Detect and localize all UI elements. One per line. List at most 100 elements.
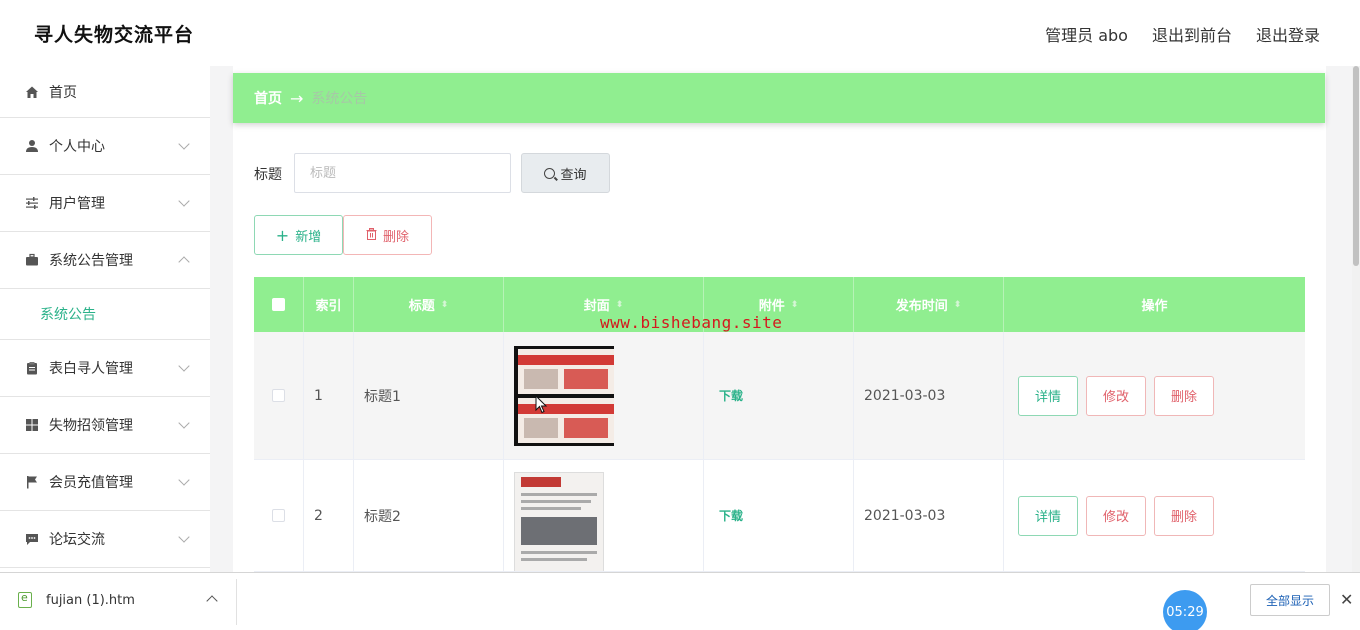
exit-to-front-link[interactable]: 退出到前台 [1152,22,1232,46]
table-row: 1 标题1 下载 2021-03-03 详情 修改 删除 [254,332,1305,460]
select-all-checkbox[interactable] [254,277,304,332]
sidebar-item-label: 论坛交流 [49,532,105,548]
sidebar-item-label: 系统公告管理 [49,253,133,269]
edit-button[interactable]: 修改 [1086,375,1146,416]
sidebar-item-lost-found[interactable]: 失物招领管理 [0,397,210,454]
download-link[interactable]: 下载 [719,507,743,524]
search-input[interactable] [294,153,511,193]
cover-image[interactable] [514,472,604,571]
delete-button[interactable]: 删除 [343,215,432,255]
briefcase-icon [24,252,40,268]
sidebar-subitem-announcement[interactable]: 系统公告 [0,289,210,340]
sort-icon: ⬍ [953,299,962,310]
cell-cover [504,460,704,571]
column-header-title[interactable]: 标题 ⬍ [354,277,504,332]
sidebar: 首页 个人中心 用户管理 系统公告管理 系统公告 表白寻人管理 失物招领管理 会… [0,66,210,572]
breadcrumb: 首页 → 系统公告 [233,73,1325,123]
sidebar-item-label: 首页 [49,84,77,101]
cover-photo [521,517,597,545]
row-delete-button[interactable]: 删除 [1154,375,1214,416]
detail-button[interactable]: 详情 [1018,375,1078,416]
add-button-label: 新增 [295,229,322,245]
cell-date: 2021-03-03 [854,332,1004,459]
chevron-up-icon [178,256,190,268]
row-checkbox[interactable] [272,389,285,402]
cover-line [521,558,587,561]
plus-icon: + [275,225,290,245]
top-bar: 寻人失物交流平台 管理员 abo 退出到前台 退出登录 [0,0,1360,66]
edit-button[interactable]: 修改 [1086,495,1146,536]
sidebar-item-announcements[interactable]: 系统公告管理 [0,232,210,289]
cover-header [521,477,561,487]
column-header-date[interactable]: 发布时间 ⬍ [854,277,1004,332]
cover-half [518,397,614,443]
grid-icon [24,417,40,433]
table-row: 2 标题2 下载 2021-03-03 详情 修改 删除 [254,460,1305,572]
column-label: 封面 [583,299,610,314]
chevron-down-icon [178,360,190,372]
chevron-down-icon [178,417,190,429]
download-file-item[interactable]: fujian (1).htm [18,591,135,608]
cover-band [518,403,614,414]
sidebar-item-label: 失物招领管理 [49,418,133,434]
sidebar-item-users[interactable]: 用户管理 [0,175,210,232]
sidebar-item-profile[interactable]: 个人中心 [0,118,210,175]
cover-band [518,354,614,365]
breadcrumb-home[interactable]: 首页 [254,88,282,108]
sidebar-item-recharge[interactable]: 会员充值管理 [0,454,210,511]
search-label: 标题 [254,167,282,183]
cover-line [521,493,597,496]
column-header-index: 索引 [304,277,354,332]
breadcrumb-current: 系统公告 [311,91,368,107]
recording-timer: 05:29 [1163,590,1207,630]
sidebar-item-label: 表白寻人管理 [49,361,133,377]
chevron-down-icon [178,195,190,207]
detail-button[interactable]: 详情 [1018,495,1078,536]
close-icon[interactable]: ✕ [1340,590,1353,609]
sidebar-item-forum[interactable]: 论坛交流 [0,511,210,568]
logout-link[interactable]: 退出登录 [1256,22,1320,46]
chevron-down-icon [178,138,190,150]
cover-block [564,368,608,389]
cover-half [518,348,614,394]
clipboard-icon [24,360,40,376]
sidebar-item-confession[interactable]: 表白寻人管理 [0,340,210,397]
query-button[interactable]: 查询 [521,153,610,193]
cover-block [564,417,608,438]
chevron-up-icon[interactable] [206,595,218,607]
sort-icon: ⬍ [790,299,799,310]
add-button[interactable]: + 新增 [254,215,343,255]
column-label: 操作 [1141,299,1168,314]
sidebar-item-home[interactable]: 首页 [0,66,210,118]
top-links: 管理员 abo 退出到前台 退出登录 [1045,22,1320,46]
chevron-down-icon [178,474,190,486]
cell-cover [504,332,704,459]
sliders-icon [24,195,40,211]
scrollbar-thumb[interactable] [1353,66,1359,266]
cover-image[interactable] [514,345,614,446]
row-delete-button[interactable]: 删除 [1154,495,1214,536]
cell-actions: 详情 修改 删除 [1004,332,1305,459]
row-checkbox[interactable] [272,509,285,522]
cell-attachment: 下载 [704,460,854,571]
sidebar-item-label: 个人中心 [49,139,105,155]
checkbox-box [272,298,285,311]
download-file-name: fujian (1).htm [46,592,135,608]
column-label: 标题 [408,299,435,314]
cell-date: 2021-03-03 [854,460,1004,571]
column-label: 索引 [315,299,342,314]
sidebar-item-label: 用户管理 [49,196,105,212]
cell-title: 标题2 [354,460,504,571]
cell-title: 标题1 [354,332,504,459]
show-all-button[interactable]: 全部显示 [1250,584,1330,616]
html-file-icon [18,591,32,608]
column-header-actions: 操作 [1004,277,1305,332]
home-icon [24,84,40,100]
user-label: 管理员 abo [1045,26,1128,45]
download-link[interactable]: 下载 [719,387,743,404]
cover-line [521,551,597,554]
cover-block [524,368,558,389]
chevron-down-icon [178,531,190,543]
query-button-label: 查询 [560,167,587,183]
delete-button-label: 删除 [382,229,409,245]
